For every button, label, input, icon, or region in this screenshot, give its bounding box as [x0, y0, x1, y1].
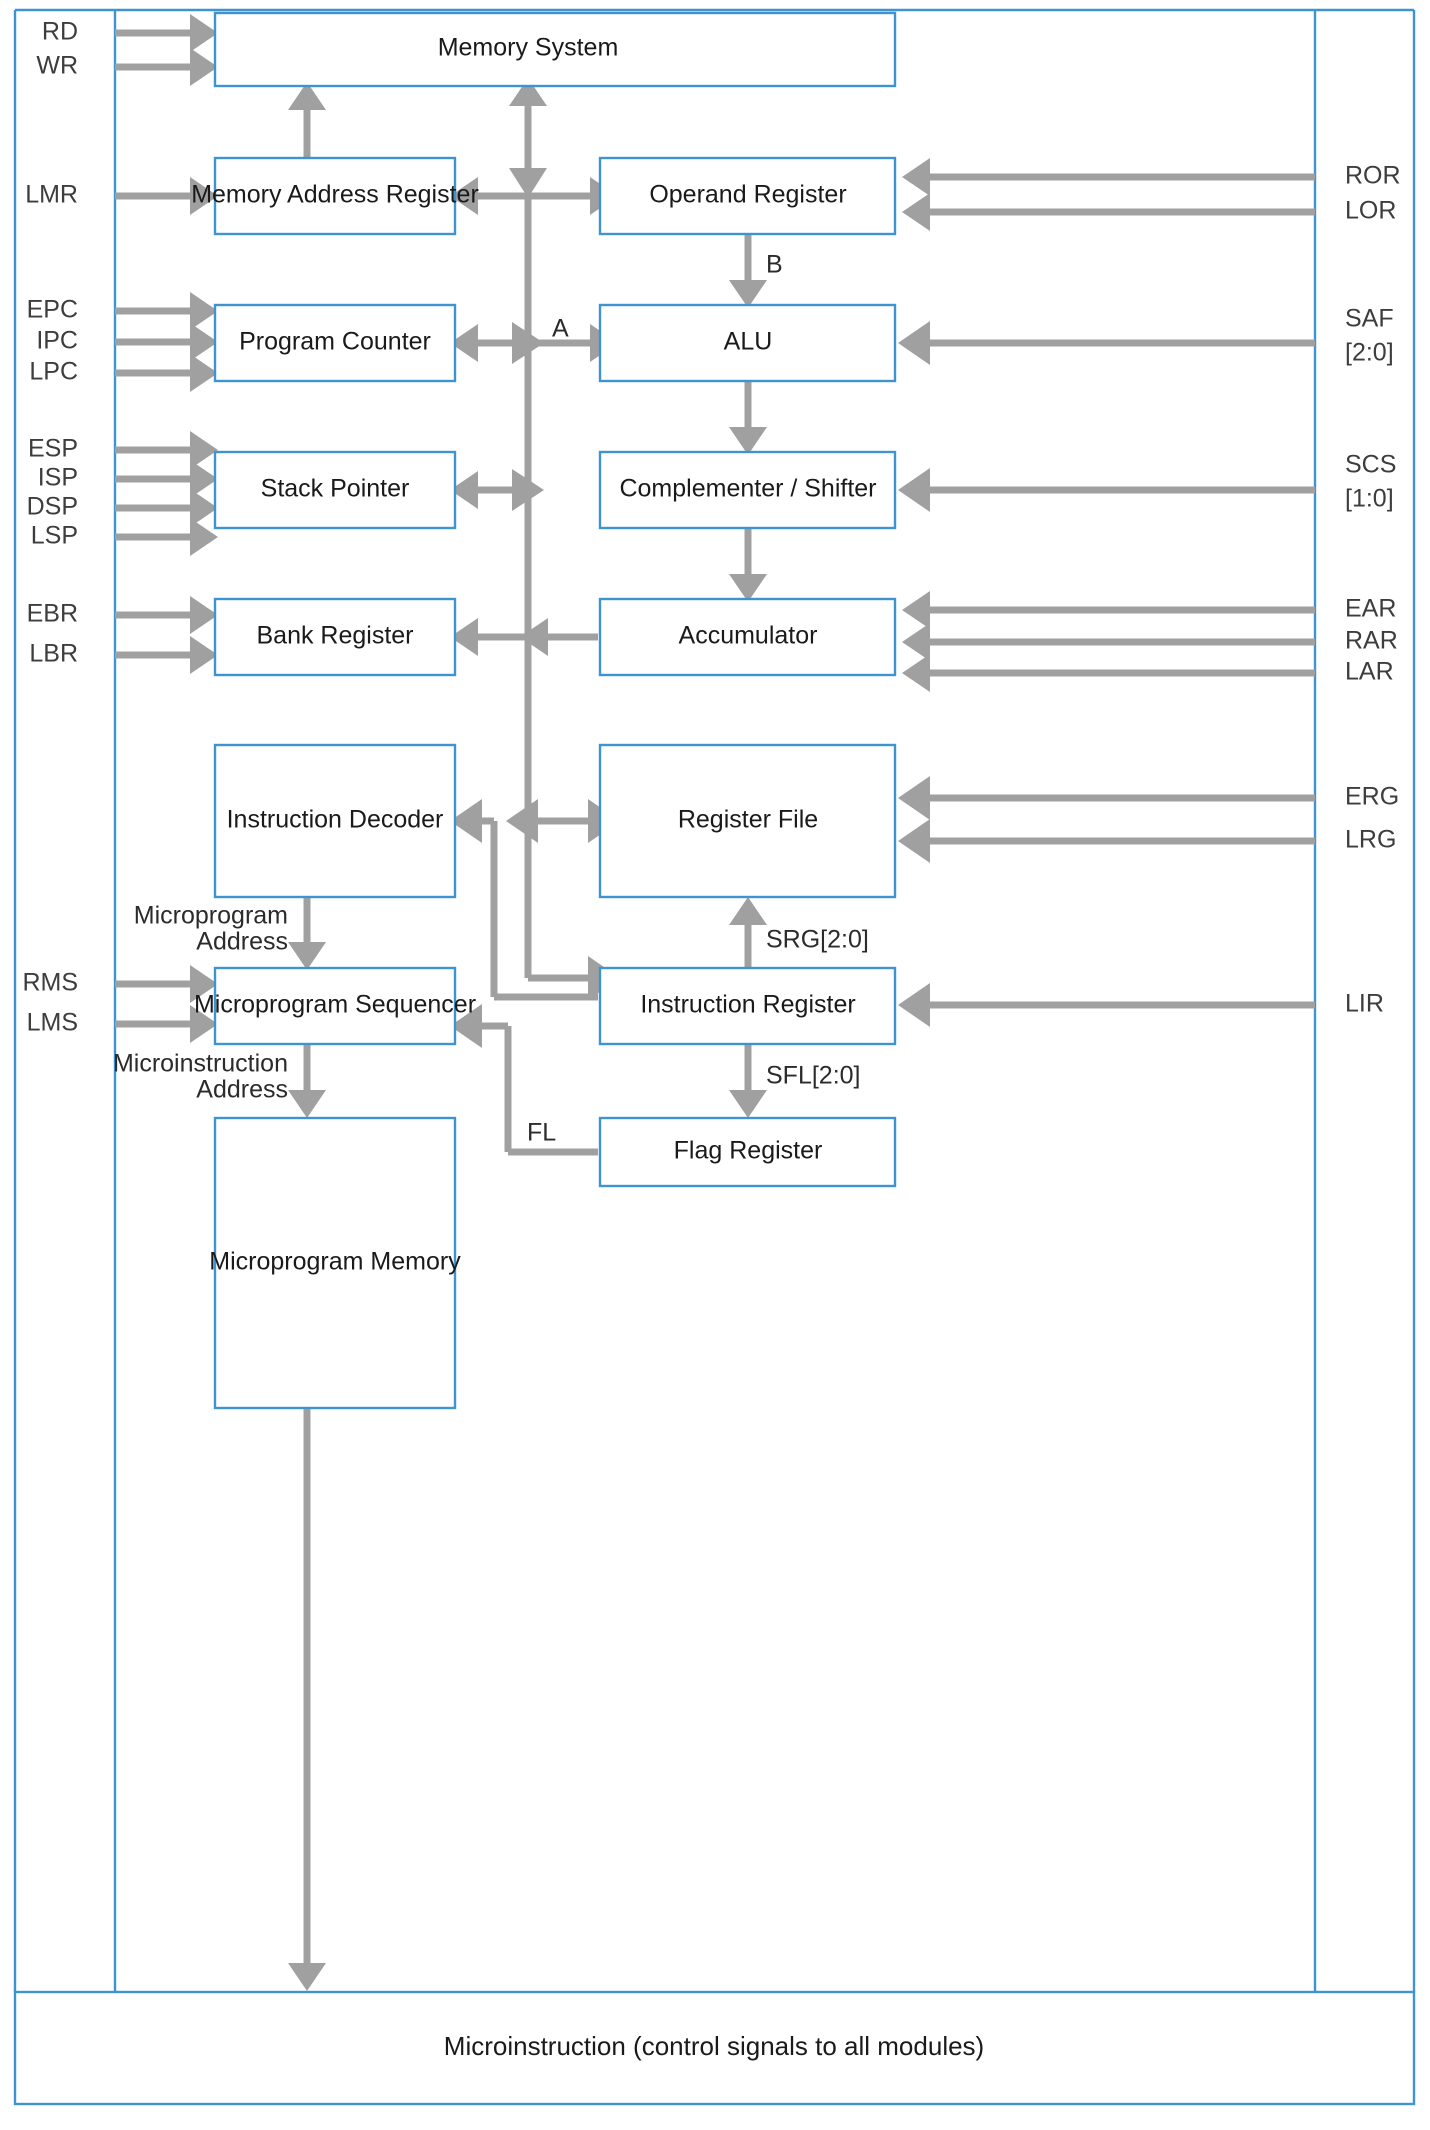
arrowhead-saf	[898, 321, 930, 365]
signal-label-lar: LAR	[1345, 658, 1394, 686]
instruction-register-label: Instruction Register	[640, 991, 855, 1019]
signal-label-lbr: LBR	[29, 640, 78, 668]
block-alu[interactable]: ALU	[598, 303, 897, 383]
signal-label-lir: LIR	[1345, 990, 1384, 1018]
block-operand-register[interactable]: Operand Register	[598, 156, 897, 236]
block-bank-register[interactable]: Bank Register	[213, 597, 457, 677]
memory-address-register-label: Memory Address Register	[191, 181, 479, 209]
signal-label-saf: SAF	[1345, 305, 1394, 333]
arrowhead-srg	[729, 897, 767, 925]
signal-label-rar: RAR	[1345, 627, 1398, 655]
arrowhead-cs-to-acc	[729, 574, 767, 602]
arrowhead-lrg	[898, 819, 930, 863]
arrowhead-lir	[898, 983, 930, 1027]
program-counter-label: Program Counter	[239, 328, 431, 356]
bus-label-microprogram-address-line1: Microprogram	[134, 902, 288, 930]
stack-pointer-label: Stack Pointer	[261, 475, 410, 503]
bus-label-b: B	[766, 251, 783, 279]
signal-label-lmr: LMR	[25, 181, 78, 209]
complementer-shifter-label: Complementer / Shifter	[619, 475, 876, 503]
bus-label-srg: SRG[2:0]	[766, 926, 869, 954]
arrowhead-microprogram-memory-out	[288, 1963, 326, 1991]
footer-microinstruction-bus[interactable]: Microinstruction (control signals to all…	[13, 1990, 1416, 2106]
block-program-counter[interactable]: Program Counter	[213, 303, 457, 383]
block-layer: Memory System Memory Address Register Op…	[191, 11, 897, 1410]
signal-label-isp: ISP	[38, 464, 78, 492]
block-accumulator[interactable]: Accumulator	[598, 597, 897, 677]
block-microprogram-sequencer[interactable]: Microprogram Sequencer	[194, 966, 476, 1046]
signal-label-rd: RD	[42, 18, 78, 46]
arrowhead-acc-to-bus	[520, 618, 548, 656]
memory-system-label: Memory System	[438, 34, 619, 62]
accumulator-label: Accumulator	[679, 622, 818, 650]
arrowhead-lar	[902, 654, 930, 692]
block-memory-system[interactable]: Memory System	[213, 11, 897, 88]
block-memory-address-register[interactable]: Memory Address Register	[191, 156, 479, 236]
cpu-block-diagram: Memory System Memory Address Register Op…	[0, 0, 1430, 2130]
block-complementer-shifter[interactable]: Complementer / Shifter	[598, 450, 897, 530]
signal-label-dsp: DSP	[27, 493, 78, 521]
block-stack-pointer[interactable]: Stack Pointer	[213, 450, 457, 530]
right-signal-labels: ROR LOR SAF [2:0] SCS [1:0] EAR RAR LAR …	[1345, 162, 1401, 1018]
signal-label-lms: LMS	[27, 1009, 78, 1037]
signal-label-scs: SCS	[1345, 451, 1396, 479]
operand-register-label: Operand Register	[649, 181, 846, 209]
arrowhead-ear	[902, 591, 930, 629]
register-file-label: Register File	[678, 806, 818, 834]
signal-label-epc: EPC	[27, 296, 78, 324]
bank-register-label: Bank Register	[256, 622, 413, 650]
signal-label-rms: RMS	[22, 969, 78, 997]
diagram-canvas: Memory System Memory Address Register Op…	[13, 8, 1416, 2106]
signal-label-ear: EAR	[1345, 595, 1396, 623]
signal-label-ror: ROR	[1345, 162, 1401, 190]
signal-label-lsp: LSP	[31, 522, 78, 550]
flag-register-label: Flag Register	[674, 1137, 823, 1165]
arrowhead-bus-to-left-rf-row	[506, 799, 538, 843]
microprogram-memory-label: Microprogram Memory	[209, 1248, 461, 1276]
microprogram-sequencer-label: Microprogram Sequencer	[194, 991, 476, 1019]
block-instruction-decoder[interactable]: Instruction Decoder	[213, 743, 457, 899]
bus-label-fl: FL	[527, 1119, 556, 1147]
bus-label-microinstruction-address-line1: Microinstruction	[113, 1050, 288, 1078]
signal-label-ebr: EBR	[27, 600, 78, 628]
bus-label-sfl: SFL[2:0]	[766, 1062, 861, 1090]
left-signal-labels: RD WR LMR EPC IPC LPC ESP ISP DSP LSP EB…	[22, 18, 78, 1037]
signal-label-scs-range: [1:0]	[1345, 485, 1394, 513]
signal-label-lor: LOR	[1345, 197, 1396, 225]
block-instruction-register[interactable]: Instruction Register	[598, 966, 897, 1046]
signal-label-esp: ESP	[28, 435, 78, 463]
arrowhead-microinstruction-address	[288, 1090, 326, 1118]
signal-label-erg: ERG	[1345, 783, 1399, 811]
signal-label-lrg: LRG	[1345, 826, 1396, 854]
bus-label-a: A	[552, 315, 569, 343]
arrowhead-or-to-alu-b	[729, 280, 767, 308]
block-flag-register[interactable]: Flag Register	[598, 1116, 897, 1188]
block-microprogram-memory[interactable]: Microprogram Memory	[209, 1116, 461, 1410]
instruction-decoder-label: Instruction Decoder	[227, 806, 444, 834]
signal-label-saf-range: [2:0]	[1345, 339, 1394, 367]
arrowhead-alu-to-cs	[729, 427, 767, 455]
arrowhead-scs	[898, 468, 930, 512]
signal-label-wr: WR	[36, 52, 78, 80]
signal-label-ipc: IPC	[36, 327, 78, 355]
arrowhead-ror	[902, 158, 930, 196]
microinstruction-bus-label: Microinstruction (control signals to all…	[444, 2031, 984, 2061]
bus-label-microprogram-address-line2: Address	[196, 928, 288, 956]
arrowhead-erg	[898, 776, 930, 820]
block-register-file[interactable]: Register File	[598, 743, 897, 899]
arrowhead-sfl	[729, 1090, 767, 1118]
arrowhead-rar	[902, 623, 930, 661]
signal-label-lpc: LPC	[29, 358, 78, 386]
alu-label: ALU	[724, 328, 773, 356]
bus-label-microinstruction-address-line2: Address	[196, 1076, 288, 1104]
arrowhead-microprogram-address	[288, 942, 326, 970]
arrowhead-lor	[902, 193, 930, 231]
